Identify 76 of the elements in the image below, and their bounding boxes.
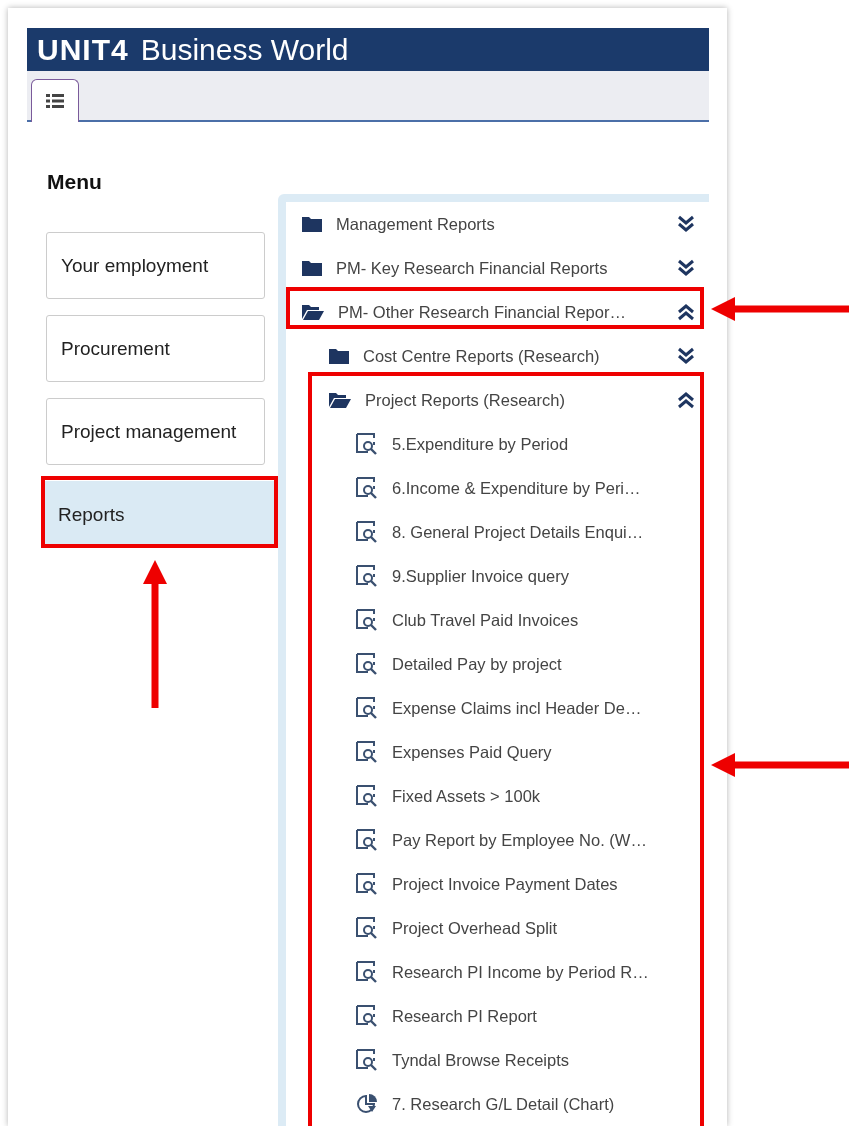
tree-label: Project Invoice Payment Dates bbox=[392, 874, 619, 894]
report-icon bbox=[356, 1049, 378, 1071]
tree-item[interactable]: 8. General Project Details Enqui… bbox=[286, 510, 709, 554]
report-icon bbox=[356, 565, 378, 587]
tree-item[interactable]: PM- Other Research Financial Repor… bbox=[286, 290, 709, 334]
tree-label: Expenses Paid Query bbox=[392, 742, 553, 762]
expand-icon[interactable] bbox=[677, 347, 695, 365]
tree-item[interactable]: 7. Research G/L Detail (Chart) bbox=[286, 1082, 709, 1126]
report-icon bbox=[356, 477, 378, 499]
tree-label: 9.Supplier Invoice query bbox=[392, 566, 571, 586]
tree-item[interactable]: PM- Key Research Financial Reports bbox=[286, 246, 709, 290]
tree-item[interactable]: Cost Centre Reports (Research) bbox=[286, 334, 709, 378]
report-icon bbox=[356, 609, 378, 631]
tree-item[interactable]: 6.Income & Expenditure by Peri… bbox=[286, 466, 709, 510]
report-icon bbox=[356, 829, 378, 851]
tree-label: 5.Expenditure by Period bbox=[392, 434, 570, 454]
collapse-icon[interactable] bbox=[677, 391, 695, 409]
tree-label: Tyndal Browse Receipts bbox=[392, 1050, 570, 1070]
menu-heading: Menu bbox=[47, 170, 103, 194]
tree-item[interactable]: Expenses Paid Query bbox=[286, 730, 709, 774]
tree-item[interactable]: Expense Claims incl Header De… bbox=[286, 686, 709, 730]
app-title: Business World bbox=[140, 32, 349, 67]
report-icon bbox=[356, 697, 378, 719]
tree-item[interactable]: Tyndal Browse Receipts bbox=[286, 1038, 709, 1082]
tree-label: Cost Centre Reports (Research) bbox=[363, 346, 601, 366]
tree-item[interactable]: Project Overhead Split bbox=[286, 906, 709, 950]
tree-label: Club Travel Paid Invoices bbox=[392, 610, 580, 630]
tree-label: Research PI Report bbox=[392, 1006, 538, 1026]
report-icon bbox=[356, 433, 378, 455]
tree-label: Research PI Income by Period R… bbox=[392, 962, 650, 982]
collapse-icon[interactable] bbox=[677, 303, 695, 321]
menu-tab[interactable] bbox=[31, 79, 79, 122]
tree-item[interactable]: 5.Expenditure by Period bbox=[286, 422, 709, 466]
tree-item[interactable]: Research PI Income by Period R… bbox=[286, 950, 709, 994]
tree-item[interactable]: Detailed Pay by project bbox=[286, 642, 709, 686]
tree-label: Detailed Pay by project bbox=[392, 654, 563, 674]
tree-label: Expense Claims incl Header De… bbox=[392, 698, 643, 718]
tree-item[interactable]: 9.Supplier Invoice query bbox=[286, 554, 709, 598]
tree-label: 6.Income & Expenditure by Peri… bbox=[392, 478, 642, 498]
menu-button[interactable]: Project management bbox=[46, 398, 265, 465]
expand-icon[interactable] bbox=[677, 215, 695, 233]
tree-label: 7. Research G/L Detail (Chart) bbox=[392, 1094, 616, 1114]
tree-item[interactable]: Club Travel Paid Invoices bbox=[286, 598, 709, 642]
report-icon bbox=[356, 917, 378, 939]
tree-label: Pay Report by Employee No. (W… bbox=[392, 830, 648, 850]
pie-chart-icon bbox=[356, 1093, 378, 1115]
folder-icon bbox=[329, 348, 349, 364]
report-icon bbox=[356, 873, 378, 895]
tree-item[interactable]: Management Reports bbox=[286, 202, 709, 246]
folder-icon bbox=[302, 216, 322, 232]
open-folder-icon bbox=[329, 392, 351, 408]
list-icon bbox=[46, 93, 64, 109]
expand-icon[interactable] bbox=[677, 259, 695, 277]
tree-item[interactable]: Project Invoice Payment Dates bbox=[286, 862, 709, 906]
report-icon bbox=[356, 521, 378, 543]
report-icon bbox=[356, 1005, 378, 1027]
menu-button[interactable]: Your employment bbox=[46, 232, 265, 299]
open-folder-icon bbox=[302, 304, 324, 320]
tree-label: Project Reports (Research) bbox=[365, 390, 566, 410]
tree-label: Project Overhead Split bbox=[392, 918, 559, 938]
tree-label: Fixed Assets > 100k bbox=[392, 786, 542, 806]
report-icon bbox=[356, 741, 378, 763]
tree-label: Management Reports bbox=[336, 214, 496, 234]
tree-item[interactable]: Research PI Report bbox=[286, 994, 709, 1038]
report-icon bbox=[356, 961, 378, 983]
tree-item[interactable]: Fixed Assets > 100k bbox=[286, 774, 709, 818]
tree-label: PM- Key Research Financial Reports bbox=[336, 258, 609, 278]
logo: UNIT4 bbox=[37, 32, 129, 67]
report-icon bbox=[356, 653, 378, 675]
tree-item[interactable]: Project Reports (Research) bbox=[286, 378, 709, 422]
tree-label: 8. General Project Details Enqui… bbox=[392, 522, 645, 542]
report-icon bbox=[356, 785, 378, 807]
folder-icon bbox=[302, 260, 322, 276]
tree-item[interactable]: Pay Report by Employee No. (W… bbox=[286, 818, 709, 862]
tree-label: PM- Other Research Financial Repor… bbox=[338, 302, 627, 322]
menu-button[interactable]: Procurement bbox=[46, 315, 265, 382]
